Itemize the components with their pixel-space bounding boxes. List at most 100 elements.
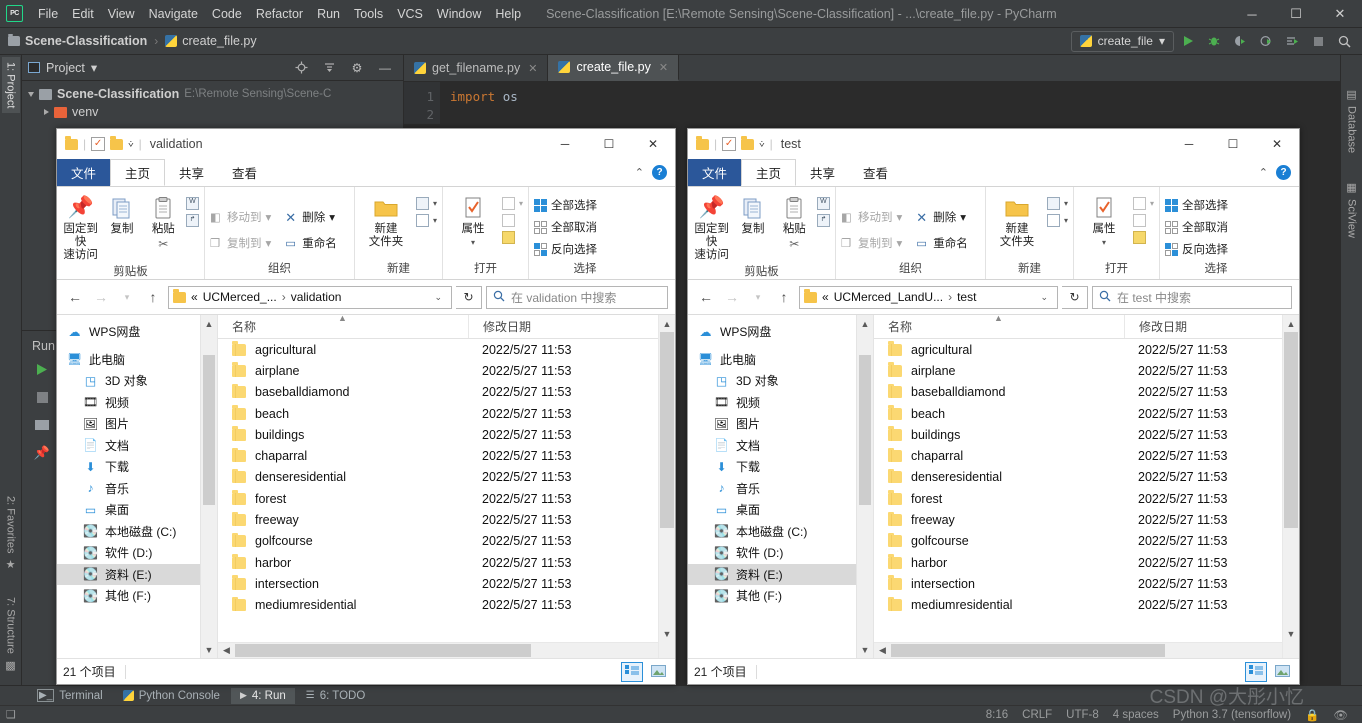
details-view-icon[interactable] [1245,661,1267,682]
hscroll-thumb[interactable] [235,644,532,657]
table-row[interactable]: golfcourse 2022/5/27 11:53 [874,531,1299,552]
properties-icon[interactable]: ✓ [91,137,106,151]
stop-icon[interactable] [1306,30,1330,52]
help-icon[interactable]: ? [1276,165,1291,180]
nav-item-drive-c[interactable]: 💽 本地磁盘 (C:) [688,521,873,543]
copy-path-button[interactable]: W [816,197,830,210]
collapse-ribbon-icon[interactable]: ⌃ [1259,166,1268,179]
nav-item-drive-d[interactable]: 💽 软件 (D:) [688,542,873,564]
profile-icon[interactable] [1254,30,1278,52]
chevron-right-icon[interactable] [44,109,49,115]
run-with-console-icon[interactable] [1280,30,1304,52]
nav-item-3d-objects[interactable]: ◳ 3D 对象 [688,370,873,392]
chevron-down-icon[interactable]: ▾ [897,236,903,250]
code-content[interactable]: import os [440,82,518,124]
scissors-icon[interactable]: ✂ [789,237,799,252]
edit-button[interactable] [501,214,523,227]
run-icon[interactable] [1176,30,1200,52]
table-row[interactable]: harbor 2022/5/27 11:53 [218,552,675,573]
ribbon-tab-home[interactable]: 主页 [741,159,797,186]
move-to-button[interactable]: ◧ 移动到 ▾ [841,209,902,225]
explorer-left-maximize-button[interactable]: ☐ [587,129,631,159]
recent-locations-button[interactable]: ▾ [747,286,769,308]
nav-item-downloads[interactable]: ⬇ 下载 [688,456,873,478]
select-all-button[interactable]: 全部选择 [1165,197,1228,213]
select-none-button[interactable]: 全部取消 [1165,219,1228,235]
menu-help[interactable]: Help [488,3,528,25]
table-row[interactable]: golfcourse 2022/5/27 11:53 [218,531,675,552]
forward-button[interactable]: → [721,286,743,308]
table-row[interactable]: freeway 2022/5/27 11:53 [218,509,675,530]
table-row[interactable]: forest 2022/5/27 11:53 [874,488,1299,509]
scroll-down-icon[interactable]: ▼ [1283,625,1299,642]
indent-setting[interactable]: 4 spaces [1113,709,1159,721]
collapse-all-icon[interactable] [317,57,341,79]
hide-panel-icon[interactable]: — [373,57,397,79]
table-row[interactable]: freeway 2022/5/27 11:53 [874,509,1299,530]
chevron-down-icon[interactable]: ▾ [329,210,335,224]
tree-node-venv[interactable]: venv [22,103,403,121]
nav-item-videos[interactable]: 🎞 视频 [57,392,217,414]
scrollbar-thumb[interactable] [859,355,871,505]
close-icon[interactable]: ✕ [528,62,537,75]
address-crumb-current[interactable]: validation [291,290,342,304]
table-row[interactable]: forest 2022/5/27 11:53 [218,488,675,509]
chevron-down-icon[interactable] [28,91,34,97]
table-row[interactable]: harbor 2022/5/27 11:53 [874,552,1299,573]
properties-button[interactable]: 属性 ▾ [1079,191,1129,247]
recent-locations-button[interactable]: ▾ [116,286,138,308]
menu-run[interactable]: Run [310,3,347,25]
search-input[interactable]: 在 test 中搜索 [1092,285,1292,309]
nav-item-pictures[interactable]: 🖼 图片 [57,413,217,435]
explorer-right-minimize-button[interactable]: ─ [1167,129,1211,159]
file-list-horizontal-scrollbar[interactable]: ◀ ▶ [218,642,675,658]
scrollbar-thumb[interactable] [203,355,215,505]
paste-button[interactable]: 粘贴 ✂ [145,191,182,252]
new-folder-icon[interactable] [110,136,124,150]
chevron-down-icon[interactable]: ▾ [433,199,437,208]
address-crumb-root[interactable]: UCMerced_LandU... [834,290,943,304]
menu-edit[interactable]: Edit [65,3,101,25]
scroll-left-icon[interactable]: ◀ [874,645,891,656]
nav-item-desktop[interactable]: ▭ 桌面 [688,499,873,521]
ribbon-tab-view[interactable]: 查看 [849,159,902,186]
scrollbar-thumb[interactable] [660,332,674,528]
table-row[interactable]: intersection 2022/5/27 11:53 [218,573,675,594]
nav-item-drive-f[interactable]: 💽 其他 (F:) [57,585,217,607]
table-row[interactable]: chaparral 2022/5/27 11:53 [874,445,1299,466]
invert-selection-button[interactable]: 反向选择 [534,241,597,257]
run-configuration-selector[interactable]: create_file ▾ [1070,30,1174,52]
ribbon-tab-share[interactable]: 共享 [796,159,849,186]
copy-to-button[interactable]: ❐ 复制到 ▾ [210,235,271,251]
menu-tools[interactable]: Tools [347,3,390,25]
navigation-pane-scrollbar[interactable]: ▲ ▼ [856,315,873,658]
table-row[interactable]: baseballdiamond 2022/5/27 11:53 [874,382,1299,403]
nav-item-3d-objects[interactable]: ◳ 3D 对象 [57,370,217,392]
tool-button-run[interactable]: ▶ 4: Run [230,687,295,704]
history-button[interactable] [1132,231,1154,244]
easy-access-button[interactable]: ▾ [415,214,437,227]
rename-button[interactable]: ▭ 重命名 [285,235,337,251]
table-row[interactable]: beach 2022/5/27 11:53 [218,403,675,424]
history-button[interactable] [501,231,523,244]
table-row[interactable]: beach 2022/5/27 11:53 [874,403,1299,424]
nav-item-this-pc[interactable]: 🖥 此电脑 [57,349,217,371]
column-header-name[interactable]: 名称 ▲ [218,315,468,335]
chevron-down-icon[interactable]: ▾ [1064,216,1068,225]
scroll-down-icon[interactable]: ▼ [857,641,873,658]
nav-item-music[interactable]: ♪ 音乐 [57,478,217,500]
file-list-vertical-scrollbar[interactable]: ▲ ▼ [658,315,675,658]
tool-window-structure[interactable]: 7: Structure ▩ [1,592,20,677]
nav-item-wps[interactable]: ☁ WPS网盘 [688,321,873,343]
forward-button[interactable]: → [90,286,112,308]
new-folder-icon[interactable] [741,136,755,150]
pin-to-quick-access-button[interactable]: 📌 固定到快 速访问 [693,191,730,263]
ribbon-tab-view[interactable]: 查看 [218,159,271,186]
menu-navigate[interactable]: Navigate [142,3,205,25]
python-interpreter[interactable]: Python 3.7 (tensorflow) [1173,709,1291,721]
select-all-button[interactable]: 全部选择 [534,197,597,213]
scroll-up-icon[interactable]: ▲ [659,315,675,332]
project-scope-chevron-icon[interactable]: ▾ [91,60,97,75]
table-row[interactable]: chaparral 2022/5/27 11:53 [218,445,675,466]
scroll-up-icon[interactable]: ▲ [857,315,873,332]
